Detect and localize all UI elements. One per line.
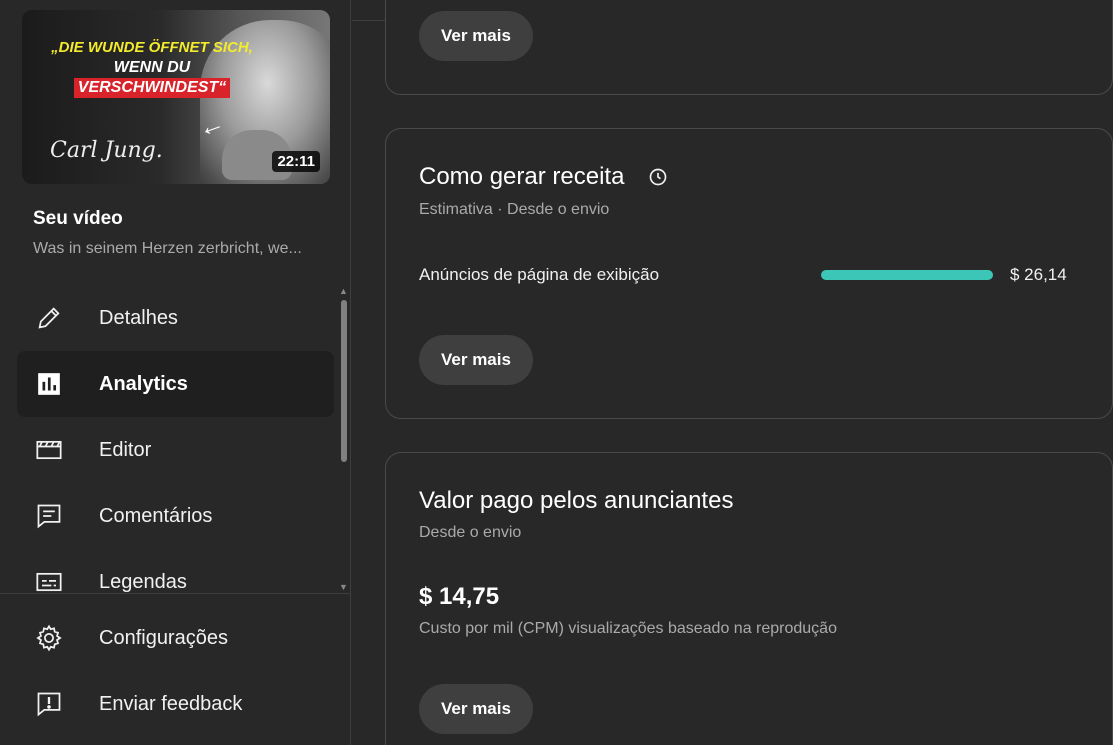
video-title[interactable]: Was in seinem Herzen zerbricht, we... [33,240,323,258]
thumbnail-headline-line1: „DIE WUNDE ÖFFNET SICH, [51,39,253,56]
card-como-gerar-receita: Como gerar receita Estimativa · Desde o … [385,128,1113,419]
scrollbar-thumb[interactable] [341,300,347,462]
ver-mais-button[interactable]: Ver mais [419,684,533,734]
thumbnail-signature: Carl Jung. [50,138,163,163]
card-subtitle: Desde o envio [419,524,522,541]
revenue-bar-fill [821,270,993,280]
sidebar-item-label: Enviar feedback [99,692,243,715]
cpm-value: $ 14,75 [419,583,500,610]
sidebar-item-label: Editor [99,438,152,461]
thumbnail-headline-line2: WENN DU [113,59,191,76]
sidebar-item-configuracoes[interactable]: Configurações [17,608,335,668]
sidebar-nav: Detalhes Analytics Editor Comentários Le… [17,285,335,593]
ver-mais-button[interactable]: Ver mais [419,335,533,385]
thumbnail-headline: „DIE WUNDE ÖFFNET SICH, WENN DU VERSCHWI… [32,38,272,98]
clock-icon[interactable] [648,167,668,187]
sidebar-scrollbar[interactable]: ▲ ▼ [338,286,348,592]
thumbnail-headline-line3: VERSCHWINDEST“ [73,78,231,98]
sidebar-divider [0,593,351,594]
sidebar-item-label: Analytics [99,372,188,395]
clapperboard-icon [35,436,63,464]
gear-icon [35,624,63,652]
main-content: Ver mais Como gerar receita Estimativa ·… [352,0,1113,745]
cpm-description: Custo por mil (CPM) visualizações basead… [419,620,837,637]
sidebar-item-analytics[interactable]: Analytics [17,351,334,417]
sidebar-item-enviar-feedback[interactable]: Enviar feedback [17,674,335,734]
comment-icon [35,502,63,530]
sidebar-item-editor[interactable]: Editor [17,417,334,483]
sidebar-item-detalhes[interactable]: Detalhes [17,285,334,351]
sidebar-item-label: Legendas [99,570,187,593]
revenue-value: $ 26,14 [1010,265,1067,284]
video-heading: Seu vídeo [33,208,123,229]
subtitles-icon [35,568,63,593]
scroll-up-icon[interactable]: ▲ [339,286,348,296]
sidebar-item-label: Comentários [99,504,213,527]
ver-mais-button[interactable]: Ver mais [419,11,533,61]
sidebar-item-label: Detalhes [99,306,178,329]
sidebar-item-comentarios[interactable]: Comentários [17,483,334,549]
sidebar-item-legendas[interactable]: Legendas [17,549,334,593]
card-title: Valor pago pelos anunciantes [419,487,734,514]
video-duration-badge: 22:11 [272,151,320,172]
video-thumbnail[interactable]: „DIE WUNDE ÖFFNET SICH, WENN DU VERSCHWI… [22,10,330,184]
scroll-down-icon[interactable]: ▼ [339,582,348,592]
revenue-bar [821,270,993,280]
pencil-icon [35,304,63,332]
analytics-icon [35,370,63,398]
card-title: Como gerar receita [419,163,625,190]
feedback-icon [35,690,63,718]
card-previous: Ver mais [385,0,1113,95]
sidebar: „DIE WUNDE ÖFFNET SICH, WENN DU VERSCHWI… [0,0,351,745]
revenue-source-label: Anúncios de página de exibição [419,265,660,284]
card-valor-pago-anunciantes: Valor pago pelos anunciantes Desde o env… [385,452,1113,745]
sidebar-item-label: Configurações [99,626,228,649]
card-subtitle: Estimativa · Desde o envio [419,201,610,218]
